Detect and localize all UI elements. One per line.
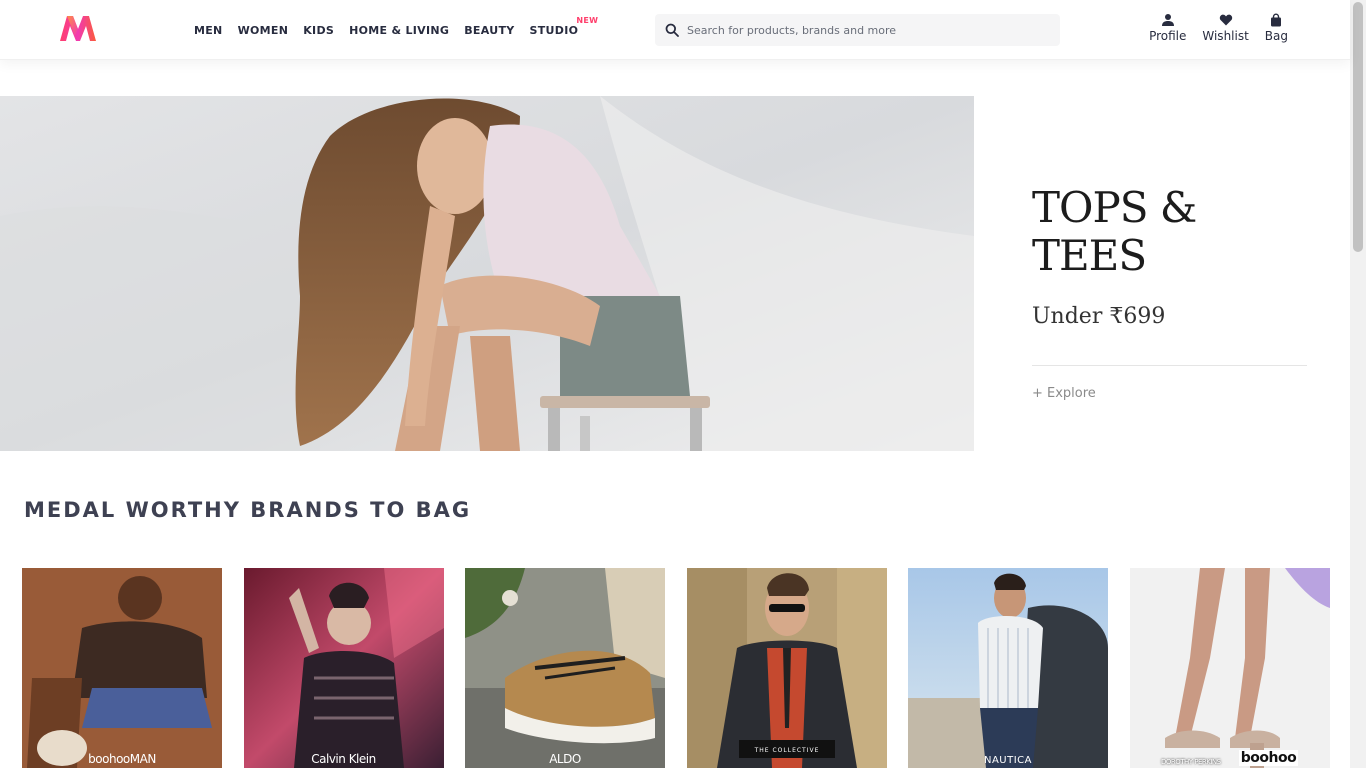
hero-title: TOPS & TEES: [1032, 183, 1197, 280]
brand-label: boohooMAN: [88, 752, 156, 766]
brand-card-the-collective[interactable]: THE COLLECTIVE: [686, 568, 887, 768]
nav-kids[interactable]: KIDS: [303, 24, 334, 37]
explore-link[interactable]: + Explore: [1032, 386, 1307, 401]
brand-card-boohooman[interactable]: boohooMAN: [22, 568, 222, 768]
brand-label-dorothy-perkins: DOROTHY PERKINS: [1160, 758, 1221, 766]
brand-label: Calvin Klein: [311, 752, 376, 766]
page: MEN WOMEN KIDS HOME & LIVING BEAUTY STUD…: [0, 0, 1366, 768]
brand-label-boohoo: boohoo: [1238, 750, 1299, 766]
nav-beauty[interactable]: BEAUTY: [464, 24, 514, 37]
profile-button[interactable]: Profile: [1149, 12, 1186, 43]
hero-subtitle: Under ₹699: [1032, 304, 1166, 329]
brand-label: NAUTICA: [983, 755, 1033, 766]
nav-men-label: MEN: [194, 23, 223, 37]
brand-label: ALDO: [549, 752, 581, 766]
bag-icon: [1268, 12, 1284, 28]
main-nav: MEN WOMEN KIDS HOME & LIVING BEAUTY STUD…: [194, 0, 598, 60]
bag-button[interactable]: Bag: [1265, 12, 1288, 43]
brand-image: [465, 568, 665, 768]
header-actions: Profile Wishlist Bag: [1133, 12, 1288, 43]
brand-carousel: boohooMAN Calvin Klein ALDO THE COLLECTI…: [22, 568, 1330, 768]
myntra-logo[interactable]: [58, 14, 98, 42]
search-input[interactable]: [687, 14, 1047, 46]
wishlist-button[interactable]: Wishlist: [1202, 12, 1249, 43]
wishlist-label: Wishlist: [1202, 29, 1249, 43]
bag-label: Bag: [1264, 29, 1288, 43]
new-badge: NEW: [576, 15, 599, 25]
nav-studio-label: STUDIO: [529, 23, 579, 37]
top-header: MEN WOMEN KIDS HOME & LIVING BEAUTY STUD…: [0, 0, 1350, 60]
profile-label: Profile: [1149, 29, 1187, 43]
nav-home-living[interactable]: HOME & LIVING: [349, 24, 449, 37]
brand-card-calvin-klein[interactable]: Calvin Klein: [243, 568, 444, 768]
nav-studio[interactable]: STUDIO NEW: [529, 16, 598, 37]
nav-men[interactable]: MEN: [194, 24, 223, 37]
hero-text-block: TOPS & TEES Under ₹699 + Explore: [1032, 184, 1307, 401]
person-icon: [1160, 12, 1176, 28]
brand-label: DOROTHY PERKINS boohoo: [1130, 750, 1330, 766]
hero-banner-image[interactable]: [0, 96, 974, 451]
brand-image: [22, 568, 222, 768]
hero-illustration: [0, 96, 974, 451]
brand-image: [1129, 568, 1330, 768]
hero-divider: [1032, 365, 1307, 366]
search-bar[interactable]: [655, 14, 1060, 46]
nav-women[interactable]: WOMEN: [238, 24, 289, 37]
brand-image: THE COLLECTIVE: [686, 568, 887, 768]
brand-image: [908, 568, 1108, 768]
brand-card-aldo[interactable]: ALDO: [465, 568, 665, 768]
vertical-scrollbar[interactable]: [1350, 0, 1366, 768]
search-icon[interactable]: [657, 14, 687, 46]
heart-icon: [1218, 12, 1234, 28]
scrollbar-thumb[interactable]: [1353, 2, 1363, 252]
nav-home-living-label: HOME & LIVING: [349, 23, 450, 37]
nav-beauty-label: BEAUTY: [464, 23, 515, 37]
nav-women-label: WOMEN: [237, 23, 289, 37]
brand-image: [243, 568, 444, 768]
brand-card-nautica[interactable]: NAUTICA: [908, 568, 1108, 768]
nav-kids-label: KIDS: [303, 23, 335, 37]
section-title: MEDAL WORTHY BRANDS TO BAG: [24, 498, 472, 522]
brand-card-dorothy-perkins[interactable]: DOROTHY PERKINS boohoo: [1129, 568, 1330, 768]
svg-text:THE COLLECTIVE: THE COLLECTIVE: [753, 747, 819, 754]
